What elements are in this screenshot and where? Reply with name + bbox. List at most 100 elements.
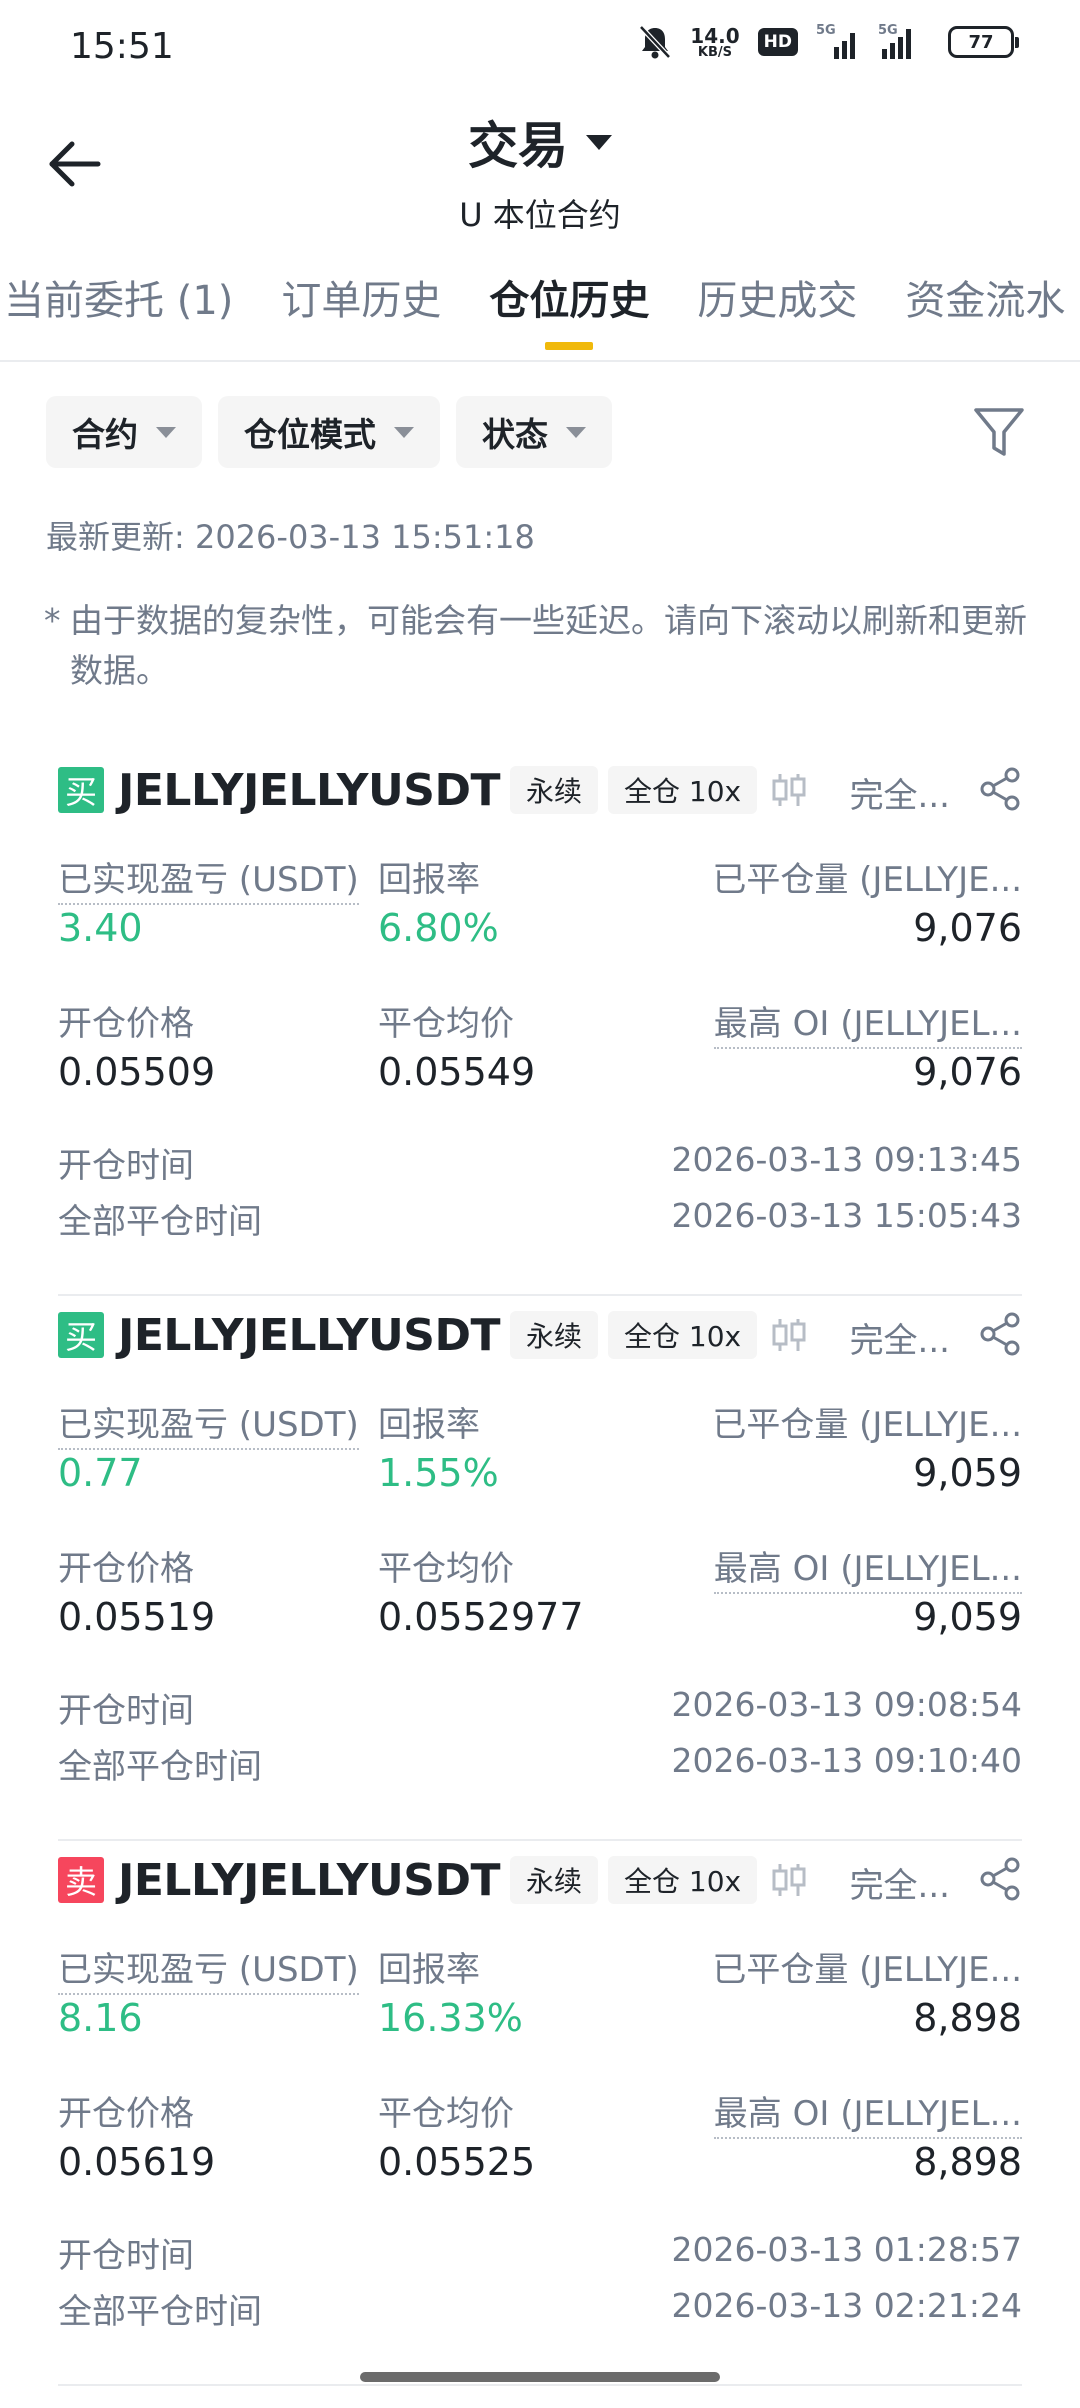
closed-qty-label: 已平仓量 (JELLYJE... [712,860,1022,900]
position-card[interactable]: 买 JELLYJELLYUSDT 永续 全仓 10x 完全... 已实现盈亏 (… [58,760,1022,1296]
filter-contract[interactable]: 合约 [46,396,202,468]
open-time-label: 开仓时间 [58,1691,194,1731]
page-title: 交易 [468,117,568,175]
hd-icon: HD [757,28,798,56]
share-icon[interactable] [978,1311,1022,1357]
filter-position-mode-label: 仓位模式 [244,415,376,454]
avg-close-price-value: 0.0552977 [378,1595,584,1639]
signal-2-label: 5G [878,23,898,38]
open-time-value: 2026-03-13 09:13:45 [671,1140,1022,1179]
delay-note: * 由于数据的复杂性，可能会有一些延迟。请向下滚动以刷新和更新数据。 [44,596,1034,696]
network-speed: 14.0 KB/S [690,26,739,59]
tag-perpetual: 永续 [509,1856,598,1904]
note-asterisk: * [44,601,61,640]
tab-open-orders[interactable]: 当前委托 (1) [0,266,257,360]
realized-pnl-label[interactable]: 已实现盈亏 (USDT) [58,852,359,905]
header: 交易 U 本位合约 [0,96,1080,246]
tag-margin-leverage: 全仓 10x [608,766,758,814]
home-indicator[interactable] [360,2372,720,2382]
tag-margin-leverage: 全仓 10x [608,1311,758,1359]
entry-price-label: 开仓价格 [58,1549,194,1589]
roi-label: 回报率 [378,1950,480,1990]
avg-close-price-value: 0.05525 [378,2140,536,2184]
side-badge: 买 [58,1312,104,1358]
tab-order-history[interactable]: 订单历史 [257,266,465,360]
close-time-label: 全部平仓时间 [58,1202,262,1242]
chevron-down-icon [156,426,176,438]
signal-icon-1: 5G [816,23,860,59]
status-bar: 15:51 14.0 KB/S HD 5G 5G 77 [0,0,1080,96]
position-status: 完全... [849,1866,950,1906]
position-card[interactable]: 卖 JELLYJELLYUSDT 永续 全仓 10x 完全... 已实现盈亏 (… [58,1850,1022,2386]
max-oi-label[interactable]: 最高 OI (JELLYJEL... [713,996,1022,1049]
max-oi-label[interactable]: 最高 OI (JELLYJEL... [713,1541,1022,1594]
battery-icon: 77 [948,26,1019,58]
filter-funnel-icon[interactable] [972,404,1026,462]
candlestick-icon[interactable] [769,770,809,810]
open-time-value: 2026-03-13 09:08:54 [671,1685,1022,1724]
closed-qty-value: 9,076 [913,906,1022,950]
share-icon[interactable] [978,1856,1022,1902]
tag-margin-leverage: 全仓 10x [608,1856,758,1904]
symbol: JELLYJELLYUSDT [118,1854,500,1906]
max-oi-value: 9,059 [913,1595,1022,1639]
max-oi-label[interactable]: 最高 OI (JELLYJEL... [713,2086,1022,2139]
realized-pnl-label[interactable]: 已实现盈亏 (USDT) [58,1942,359,1995]
side-badge: 卖 [58,1857,104,1903]
avg-close-price-label: 平仓均价 [378,1004,514,1044]
battery-level: 77 [968,31,994,53]
share-icon[interactable] [978,766,1022,812]
network-speed-unit: KB/S [697,44,733,60]
chevron-down-icon [566,426,586,438]
tab-bar: 当前委托 (1) 订单历史 仓位历史 历史成交 资金流水 [0,266,1080,360]
filter-status[interactable]: 状态 [456,396,612,468]
realized-pnl-value: 3.40 [58,906,143,950]
filter-position-mode[interactable]: 仓位模式 [218,396,440,468]
bell-muted-icon [639,25,672,59]
filter-bar: 合约 仓位模式 状态 [46,396,612,468]
close-time-label: 全部平仓时间 [58,1747,262,1787]
card-divider [58,1839,1022,1841]
candlestick-icon[interactable] [769,1315,809,1355]
entry-price-label: 开仓价格 [58,1004,194,1044]
side-badge: 买 [58,767,104,813]
tab-divider [0,360,1080,362]
title-dropdown[interactable]: 交易 [468,106,612,178]
card-divider [58,2384,1022,2386]
avg-close-price-label: 平仓均价 [378,1549,514,1589]
closed-qty-value: 8,898 [913,1996,1022,2040]
page-subtitle: U 本位合约 [459,196,621,234]
entry-price-value: 0.05619 [58,2140,216,2184]
roi-label: 回报率 [378,860,480,900]
close-time-value: 2026-03-13 15:05:43 [671,1196,1022,1235]
network-speed-value: 14.0 [690,23,740,48]
max-oi-value: 8,898 [913,2140,1022,2184]
close-time-label: 全部平仓时间 [58,2292,262,2332]
signal-icon-2: 5G [878,23,930,59]
chevron-down-icon [394,426,414,438]
symbol: JELLYJELLYUSDT [118,764,500,816]
roi-value: 1.55% [378,1451,499,1495]
card-divider [58,1294,1022,1296]
candlestick-icon[interactable] [769,1860,809,1900]
open-time-label: 开仓时间 [58,2236,194,2276]
tag-perpetual: 永续 [509,1311,598,1359]
tab-transaction-history[interactable]: 资金流水 [881,266,1080,360]
realized-pnl-label[interactable]: 已实现盈亏 (USDT) [58,1397,359,1450]
closed-qty-label: 已平仓量 (JELLYJE... [712,1405,1022,1445]
position-status: 完全... [849,1321,950,1361]
position-card[interactable]: 买 JELLYJELLYUSDT 永续 全仓 10x 完全... 已实现盈亏 (… [58,1305,1022,1841]
tab-position-history[interactable]: 仓位历史 [465,266,673,360]
roi-value: 16.33% [378,1996,523,2040]
title-block: 交易 U 本位合约 [0,106,1080,236]
status-time: 15:51 [70,26,174,67]
closed-qty-value: 9,059 [913,1451,1022,1495]
close-time-value: 2026-03-13 02:21:24 [671,2286,1022,2325]
entry-price-label: 开仓价格 [58,2094,194,2134]
open-time-value: 2026-03-13 01:28:57 [671,2230,1022,2269]
closed-qty-label: 已平仓量 (JELLYJE... [712,1950,1022,1990]
entry-price-value: 0.05509 [58,1050,216,1094]
tab-trade-history[interactable]: 历史成交 [673,266,881,360]
roi-label: 回报率 [378,1405,480,1445]
avg-close-price-label: 平仓均价 [378,2094,514,2134]
